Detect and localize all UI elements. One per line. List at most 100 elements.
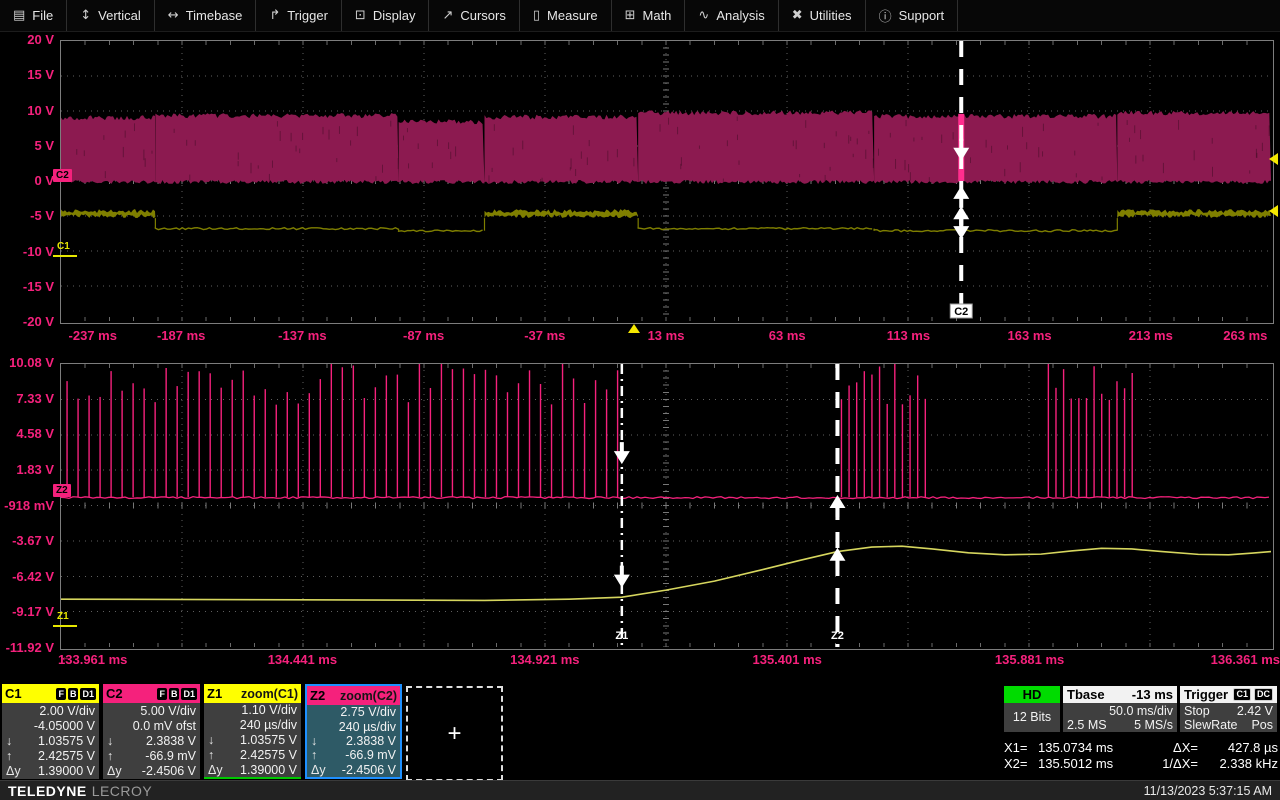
descriptor-row: 5.00 V/div — [103, 703, 200, 718]
descriptor-header[interactable]: Z2 zoom(C2) — [307, 686, 400, 705]
tbase-delay: -13 ms — [1131, 687, 1173, 702]
menu-item-trigger[interactable]: ↱ Trigger — [256, 0, 342, 31]
menu-item-label: Analysis — [716, 8, 765, 23]
descriptor-row: Δy -2.4506 V — [307, 763, 400, 777]
row-value: -66.9 mV — [145, 749, 196, 764]
channel-badges: F B D1 — [157, 687, 197, 700]
plot2-canvas[interactable]: Z1 Z2 — [61, 364, 1271, 647]
row-value: 2.3838 V — [145, 734, 196, 748]
c2-trace[interactable] — [61, 110, 1271, 188]
x1-label: X1= — [1004, 739, 1028, 755]
c2-axis-marker[interactable]: C2 — [53, 169, 72, 182]
menu-item-label: Math — [642, 8, 672, 23]
measure-icon: ▯ — [532, 8, 541, 23]
hd-status-box[interactable]: HD 12 Bits — [1004, 686, 1060, 732]
plot2-cursor-z1[interactable]: Z1 — [613, 364, 630, 647]
menu-item-math[interactable]: ⊞ Math — [612, 0, 686, 31]
z1-axis-marker[interactable]: Z1 — [57, 611, 69, 622]
descriptor-row: ↑ 2.42575 V — [204, 747, 301, 762]
x-axis-label: -137 ms — [278, 328, 327, 343]
y-axis-label: -3.67 V — [12, 533, 54, 549]
cursors-icon: ↗ — [442, 8, 454, 23]
trigger-box[interactable]: Trigger C1 DC Stop 2.42 V SlewRate Pos — [1180, 686, 1277, 732]
tbase-scale: 50.0 ms/div — [1109, 704, 1173, 718]
menu-item-measure[interactable]: ▯ Measure — [520, 0, 612, 31]
x-axis-label: 213 ms — [1128, 328, 1173, 343]
menu-item-display[interactable]: ⊡ Display — [342, 0, 430, 31]
plot2-graticule[interactable]: Z1 Z2 — [60, 363, 1274, 650]
row-value: 5.00 V/div — [140, 703, 196, 718]
hd-label: HD — [1004, 686, 1060, 703]
descriptor-row: Δy -2.4506 V — [103, 764, 200, 779]
tbase-rate: 5 MS/s — [1134, 718, 1173, 732]
menu-item-analysis[interactable]: ∿ Analysis — [685, 0, 779, 31]
row-value: 1.10 V/div — [241, 703, 297, 718]
display-icon: ⊡ — [354, 8, 366, 23]
svg-text:Z1: Z1 — [615, 630, 628, 642]
badge-b: B — [67, 687, 79, 700]
descriptor-header[interactable]: Z1 zoom(C1) — [204, 684, 301, 703]
trigger-source-badge: C1 — [1233, 688, 1251, 701]
y-axis-label: 10.08 V — [9, 355, 54, 370]
x-axis-label: 134.921 ms — [510, 652, 580, 667]
trigger-mode: Stop — [1184, 704, 1210, 718]
menu-item-utilities[interactable]: ✖ Utilities — [779, 0, 866, 31]
hd-bits: 12 Bits — [1012, 710, 1052, 724]
x-axis-label: 136.361 ms — [1210, 652, 1280, 667]
row-value: 1.03575 V — [38, 734, 95, 748]
descriptor-row: ↓ 1.03575 V — [2, 733, 99, 748]
y-axis-label: 4.58 V — [16, 426, 54, 442]
descriptor-z1[interactable]: Z1 zoom(C1) 1.10 V/div 240 µs/div ↓ 1.03575 V… — [204, 684, 301, 779]
menu-item-vertical[interactable]: ↕ Vertical — [67, 0, 155, 31]
timebase-box[interactable]: Tbase -13 ms 50.0 ms/div 2.5 MS 5 MS/s — [1063, 686, 1177, 732]
descriptor-c2[interactable]: C2 F B D1 5.00 V/div 0.0 mV ofst ↓ 2.3838 V ↑ -66… — [103, 684, 200, 779]
dx-label: ΔX= — [1173, 739, 1198, 755]
brand-logo: TELEDYNE — [8, 782, 87, 799]
row-symbol: ↑ — [107, 749, 114, 764]
c1-axis-marker[interactable]: C1 — [57, 241, 70, 252]
row-symbol: Δy — [311, 762, 326, 777]
menu-item-cursors[interactable]: ↗ Cursors — [429, 0, 520, 31]
trigger-slope: Pos — [1251, 718, 1273, 732]
graticule-grid — [61, 364, 1271, 647]
menu-item-label: Timebase — [185, 8, 243, 23]
row-value: 0.0 mV ofst — [132, 718, 196, 733]
descriptor-row: 2.75 V/div — [307, 705, 400, 719]
menu-item-timebase[interactable]: ↔ Timebase — [155, 0, 257, 31]
menu-item-label: Utilities — [809, 8, 852, 23]
descriptor-header[interactable]: C2 F B D1 — [103, 684, 200, 703]
trigger-time-marker[interactable] — [628, 324, 640, 333]
row-symbol: ↑ — [311, 748, 318, 763]
descriptor-header[interactable]: C1 F B D1 — [2, 684, 99, 703]
trigger-type: SlewRate — [1184, 718, 1238, 732]
zoom-source-label: zoom(C2) — [340, 688, 397, 703]
menu-item-file[interactable]: ▤ File — [0, 0, 68, 31]
descriptor-z2[interactable]: Z2 zoom(C2) 2.75 V/div 240 µs/div ↓ 2.3838 V ↑… — [305, 684, 402, 779]
plot1-canvas[interactable]: C2 — [61, 41, 1271, 321]
y-axis-label: -9.17 V — [12, 604, 54, 620]
descriptor-c1[interactable]: C1 F B D1 2.00 V/div -4.05000 V ↓ 1.03575 V ↑ 2.4… — [2, 684, 99, 779]
plus-icon: + — [447, 719, 462, 747]
trigger-label: Trigger — [1184, 687, 1229, 702]
menu-item-support[interactable]: ⓘ Support — [866, 0, 959, 31]
row-value: 1.39000 V — [38, 764, 95, 779]
row-symbol: Δy — [6, 764, 21, 779]
pretrigger-arrow-icon: ← — [60, 649, 73, 664]
cursor-level-marker-upper[interactable] — [1269, 153, 1278, 165]
badge-f: F — [157, 687, 167, 700]
y-axis-label: -5 V — [30, 208, 54, 224]
plot1-graticule[interactable]: C2 — [60, 40, 1274, 324]
cursor-level-marker-lower[interactable] — [1269, 205, 1278, 217]
add-trace-box[interactable]: + — [406, 686, 503, 781]
menu-item-label: Display — [372, 8, 416, 23]
tbase-samples: 2.5 MS — [1067, 718, 1107, 732]
c1-trace[interactable] — [61, 209, 1271, 233]
z2-axis-marker[interactable]: Z2 — [53, 484, 71, 497]
x-axis-label: -237 ms — [68, 328, 117, 343]
badge-f: F — [56, 687, 66, 700]
descriptor-row: Δy 1.39000 V — [204, 762, 301, 777]
plot2-cursor-z2[interactable]: Z2 — [829, 364, 846, 647]
support-icon: ⓘ — [878, 10, 892, 25]
z2-trace[interactable] — [61, 364, 1270, 500]
channel-badges: F B D1 — [56, 687, 96, 700]
